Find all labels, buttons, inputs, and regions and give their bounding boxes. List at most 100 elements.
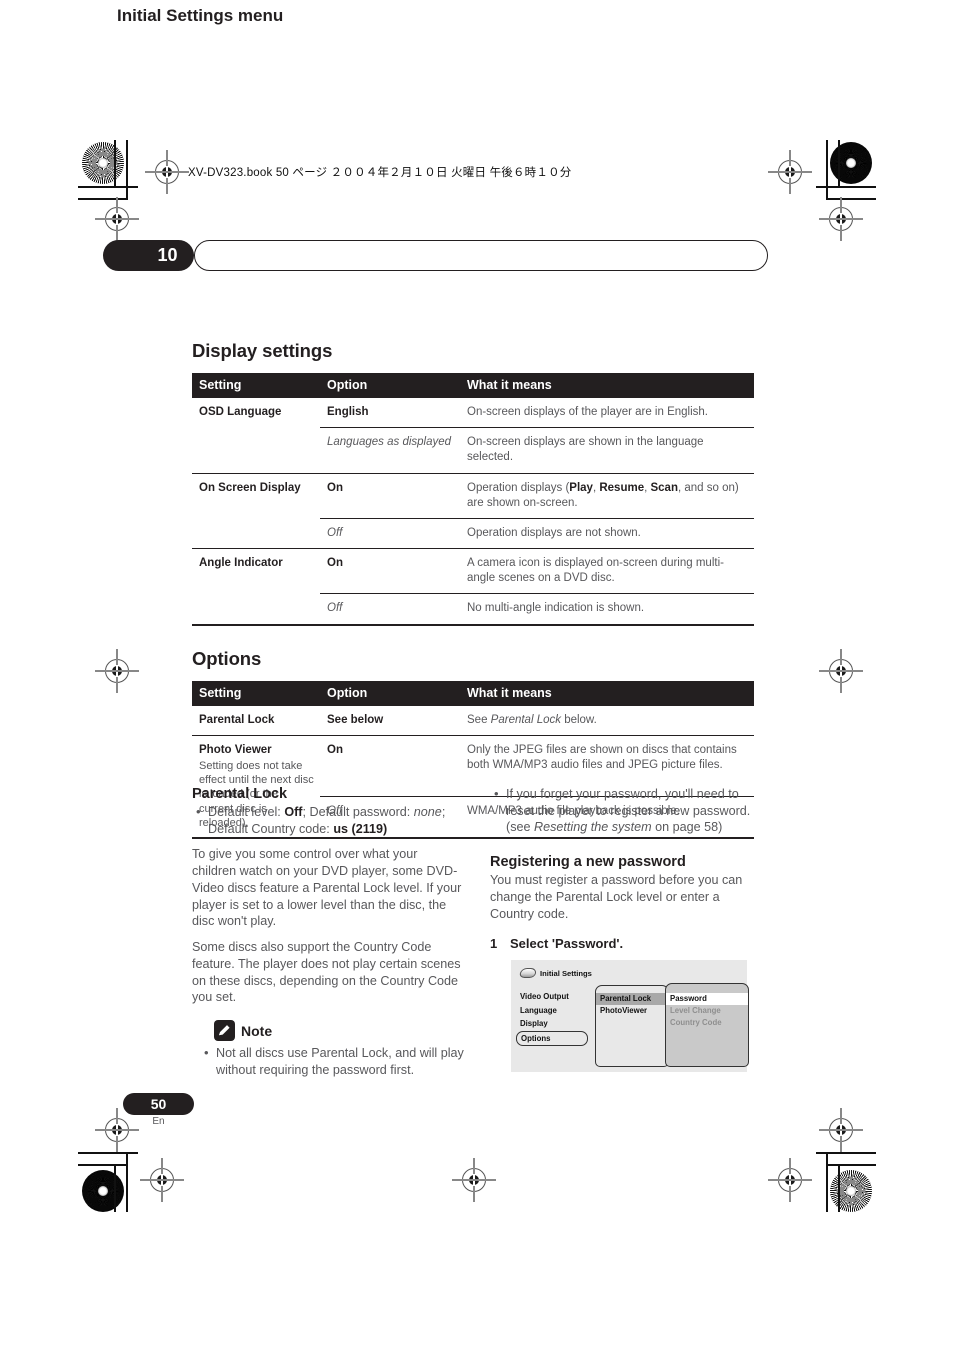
column-header-option: Option	[320, 373, 460, 398]
chapter-header: 10	[103, 240, 768, 271]
cell-meaning: On-screen displays are shown in the lang…	[460, 427, 754, 474]
parental-lock-heading: Parental Lock	[192, 786, 288, 802]
crop-mark-bl-h2	[78, 1164, 126, 1166]
cell-option: Languages as displayed	[320, 427, 460, 474]
osd-level3-item-password[interactable]: Password	[666, 993, 748, 1005]
right-column: If you forget your password, you'll need…	[490, 785, 754, 959]
forgot-password-list: If you forget your password, you'll need…	[490, 785, 754, 836]
registration-mark-bottom-center	[452, 1158, 496, 1202]
content-area: Display settings Setting Option What it …	[192, 340, 754, 840]
parental-lock-paragraph-1: To give you some control over what your …	[192, 847, 462, 929]
print-starburst-bottom-right	[830, 1170, 872, 1212]
crop-mark-br-v	[826, 1152, 828, 1212]
chapter-title-pill	[194, 240, 768, 271]
column-header-setting: Setting	[192, 680, 320, 706]
crop-mark-bl-v2	[114, 1164, 116, 1212]
cell-meaning: On-screen displays of the player are in …	[467, 406, 708, 418]
cell-meaning: A camera icon is displayed on-screen dur…	[460, 548, 754, 594]
osd-level2-item-parental-lock[interactable]: Parental Lock	[596, 993, 668, 1005]
cell-meaning: See Parental Lock below.	[467, 713, 597, 726]
cell-option: Off	[320, 517, 460, 549]
column-header-option: Option	[320, 680, 460, 706]
parental-lock-paragraph-2: Some discs also support the Country Code…	[192, 940, 461, 1005]
display-settings-table: Setting Option What it means OSD Languag…	[192, 373, 754, 624]
cell-option: On	[320, 472, 460, 519]
cell-setting: On Screen Display	[192, 472, 320, 549]
parental-lock-defaults-list: Default level: Off; Default password: no…	[192, 803, 464, 837]
registering-password-heading: Registering a new password	[490, 854, 686, 871]
print-starburst-top-right	[830, 142, 872, 184]
cell-meaning: No multi-angle indication is shown.	[460, 593, 754, 624]
crop-mark-bl-h	[78, 1152, 138, 1154]
osd-level1-item-display[interactable]: Display	[520, 1017, 598, 1031]
print-starburst-bottom-left	[82, 1170, 124, 1212]
osd-level3-item-level-change: Level Change	[670, 1006, 721, 1015]
registration-mark-middle-right	[819, 649, 863, 693]
osd-title-label: Initial Settings	[540, 968, 592, 978]
table-row: Angle Indicator On A camera icon is displa…	[192, 548, 754, 624]
display-settings-bottom-rule	[192, 623, 754, 626]
osd-level3-panel: Password Level Change Country Code	[665, 983, 749, 1067]
book-header-line: XV-DV323.book 50 ページ ２００４年２月１０日 火曜日 午後６時…	[188, 167, 572, 179]
crop-mark-tr-h2	[828, 198, 876, 200]
cell-option: English	[327, 406, 369, 418]
table-row: On Screen Display On Operation displays (P…	[192, 472, 754, 549]
registration-mark-top-right	[768, 150, 812, 194]
crop-mark-br-h	[816, 1152, 876, 1154]
crop-mark-tl-v	[126, 140, 128, 200]
registration-mark-bottom-left	[140, 1158, 184, 1202]
table-row: Parental Lock See below See Parental Lock …	[192, 706, 754, 736]
registration-mark-lower-right	[819, 1108, 863, 1152]
step-text: Select 'Password'.	[510, 936, 624, 952]
table-row: OSD Language English On-screen displays of…	[192, 398, 754, 428]
osd-level1-item-options[interactable]: Options	[516, 1030, 588, 1046]
registration-mark-middle-left	[95, 649, 139, 693]
osd-title: Initial Settings	[518, 968, 592, 978]
osd-level3-list: Password Level Change Country Code	[666, 993, 748, 1029]
note-label: Note	[241, 1022, 273, 1039]
crop-mark-tl-h2	[78, 198, 126, 200]
crop-mark-br-h2	[828, 1164, 876, 1166]
cell-option: On	[320, 548, 460, 594]
step-1: 1 Select 'Password'.	[490, 936, 754, 951]
osd-level2-list: Parental Lock PhotoViewer	[596, 993, 668, 1017]
crop-mark-br-v2	[838, 1164, 840, 1212]
crop-mark-bl-v	[126, 1152, 128, 1212]
page-number-badge: 50	[123, 1093, 194, 1115]
column-header-setting: Setting	[192, 373, 320, 398]
column-header-meaning: What it means	[460, 680, 754, 706]
display-settings-body: OSD Language English On-screen displays of…	[192, 398, 754, 624]
registration-mark-bottom-right	[768, 1158, 812, 1202]
crop-mark-tr-v2	[838, 140, 840, 188]
cell-option: See below	[327, 713, 384, 726]
cell-setting: Parental Lock	[199, 713, 275, 726]
table-header-row: Setting Option What it means	[192, 680, 754, 706]
registering-password-body: You must register a password before you …	[490, 873, 743, 921]
cell-option: Off	[320, 593, 460, 624]
cell-setting: Angle Indicator	[192, 548, 320, 624]
osd-level2-item-photo-viewer[interactable]: PhotoViewer	[596, 1005, 668, 1017]
options-heading: Options	[192, 647, 262, 669]
osd-menu-mockup: Initial Settings Video Output Language D…	[511, 960, 749, 1072]
note-header: Note	[214, 1020, 464, 1042]
osd-level3-item-country-code: Country Code	[670, 1018, 722, 1027]
chapter-number-badge: 10	[103, 240, 194, 271]
step-number: 1	[490, 936, 498, 952]
crop-mark-tr-v	[826, 140, 828, 200]
crop-mark-tl-v2	[114, 140, 116, 188]
print-starburst-top-left	[82, 142, 124, 184]
pencil-icon	[214, 1020, 235, 1042]
crop-mark-tl-h	[78, 186, 138, 188]
note-list: Not all discs use Parental Lock, and wil…	[200, 1044, 464, 1078]
cell-meaning: Operation displays (Play, Resume, Scan, …	[460, 472, 754, 519]
left-column: Parental Lock Default level: Off; Defaul…	[192, 786, 464, 1088]
crop-mark-tr-h	[816, 186, 876, 188]
page-title: Initial Settings menu	[117, 6, 284, 25]
osd-level2-panel: Parental Lock PhotoViewer	[595, 985, 669, 1067]
table-header-row: Setting Option What it means	[192, 373, 754, 398]
list-item: Default level: Off; Default password: no…	[192, 803, 464, 837]
osd-level1-item-video-output[interactable]: Video Output	[520, 990, 598, 1004]
registration-mark-upper-left	[95, 197, 139, 241]
display-settings-heading: Display settings	[192, 340, 333, 361]
osd-level1-item-language[interactable]: Language	[520, 1004, 598, 1018]
